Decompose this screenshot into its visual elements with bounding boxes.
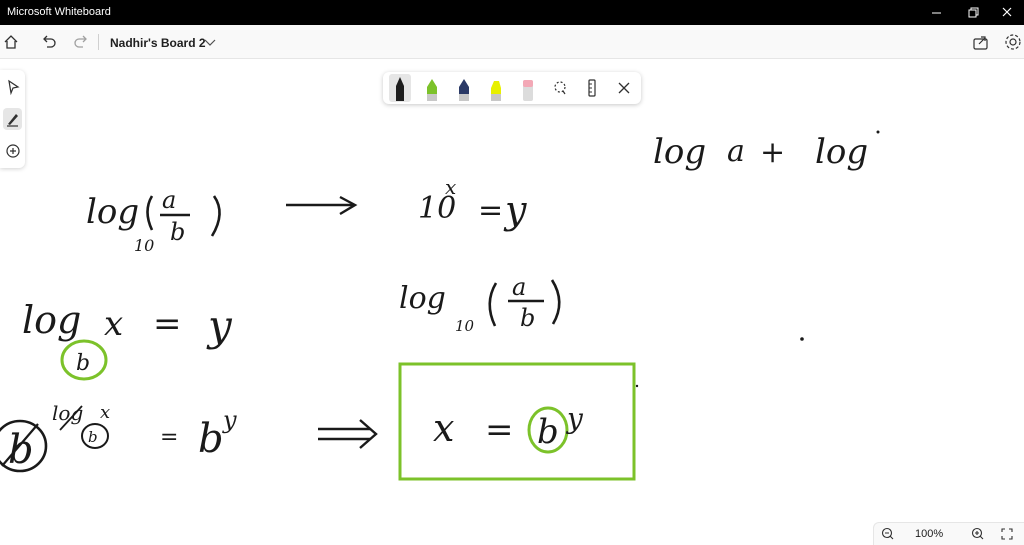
- svg-text:x: x: [433, 406, 454, 450]
- share-button[interactable]: [970, 31, 992, 53]
- svg-text:a: a: [727, 134, 745, 169]
- svg-text:log: log: [815, 132, 868, 172]
- fit-screen-icon: [1001, 528, 1013, 540]
- app-toolbar: Nadhir's Board 2: [0, 25, 1024, 59]
- svg-text:+: +: [760, 135, 785, 170]
- zoom-controls: 100%: [873, 522, 1024, 545]
- svg-text:=: =: [485, 410, 514, 450]
- svg-text:log: log: [22, 298, 81, 342]
- redo-icon: [74, 35, 87, 48]
- svg-text:10: 10: [134, 236, 154, 255]
- ink-b-power-log-equals-b-power-y: b log b x = b y: [0, 401, 237, 473]
- svg-text:10: 10: [455, 317, 475, 335]
- zoom-in-icon: [971, 527, 984, 540]
- svg-text:b: b: [520, 304, 535, 332]
- ink-boxed-x-equals-b-power-y: x = b y: [398, 362, 636, 481]
- toolbar-separator: [98, 34, 99, 50]
- svg-text:=: =: [160, 425, 178, 450]
- board-name[interactable]: Nadhir's Board 2: [110, 36, 206, 50]
- svg-text:x: x: [104, 304, 123, 344]
- ink-log10-a-over-b-top: log 10 a b: [86, 186, 221, 255]
- svg-text:y: y: [565, 402, 584, 435]
- minimize-button[interactable]: [920, 0, 954, 25]
- close-window-button[interactable]: [990, 0, 1024, 25]
- window-title: Microsoft Whiteboard: [7, 6, 111, 18]
- ink-ten-power-x-equals-y: 10 x = y: [418, 175, 527, 232]
- ink-arrow-double: [318, 419, 378, 449]
- board-menu-button[interactable]: [199, 31, 221, 53]
- svg-text:x: x: [445, 175, 456, 199]
- zoom-out-icon: [881, 527, 894, 540]
- svg-text:=: =: [478, 193, 503, 228]
- svg-text:b: b: [537, 412, 559, 452]
- svg-text:log: log: [86, 192, 139, 232]
- ink-dot: [635, 384, 639, 388]
- svg-text:b: b: [170, 218, 185, 246]
- svg-text:y: y: [503, 188, 527, 232]
- chevron-down-icon: [204, 39, 216, 46]
- home-button[interactable]: [0, 31, 22, 53]
- svg-text:x: x: [100, 402, 110, 423]
- ink-log10-a-over-b-middle: log 10 a b: [399, 273, 561, 335]
- svg-text:a: a: [512, 273, 526, 301]
- undo-button[interactable]: [38, 31, 60, 53]
- restore-button[interactable]: [956, 0, 990, 25]
- svg-text:y: y: [206, 301, 233, 350]
- zoom-level[interactable]: 100%: [915, 528, 943, 540]
- gear-icon: [1005, 34, 1021, 50]
- redo-button[interactable]: [70, 31, 92, 53]
- zoom-out-button[interactable]: [879, 525, 897, 543]
- svg-text:b: b: [198, 416, 224, 462]
- svg-text:=: =: [153, 304, 182, 344]
- home-icon: [4, 35, 18, 49]
- svg-text:log: log: [399, 281, 446, 316]
- svg-text:log: log: [653, 132, 706, 172]
- undo-icon: [43, 35, 56, 48]
- title-bar: Microsoft Whiteboard: [0, 0, 1024, 25]
- share-icon: [973, 36, 988, 50]
- settings-button[interactable]: [1002, 31, 1024, 53]
- svg-text:b: b: [76, 351, 90, 376]
- ink-arrow-single: [286, 195, 358, 216]
- whiteboard-canvas[interactable]: log 10 a b 10 x = y log a + log log b x …: [0, 58, 1024, 522]
- ink-log-a-plus-log: log a + log: [653, 130, 880, 172]
- svg-text:a: a: [162, 186, 176, 214]
- ink-log-b-x-equals-y: log b x = y: [22, 298, 233, 381]
- zoom-in-button[interactable]: [969, 525, 987, 543]
- svg-text:y: y: [222, 406, 237, 434]
- ink-dot: [800, 337, 804, 341]
- fit-to-screen-button[interactable]: [998, 525, 1016, 543]
- svg-text:b: b: [88, 428, 98, 446]
